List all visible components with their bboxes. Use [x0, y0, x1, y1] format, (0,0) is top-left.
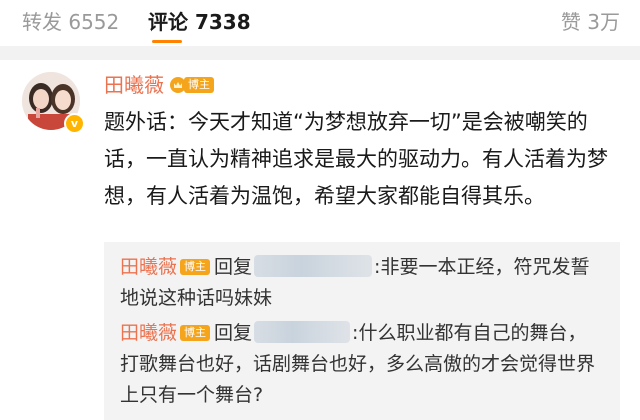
author-tag: 博主	[180, 259, 211, 275]
author-tag: 博主	[184, 77, 214, 93]
comment-header: 田曦薇 博主	[104, 72, 214, 98]
author-tag: 博主	[180, 325, 211, 341]
author-badge: 博主	[170, 75, 214, 95]
v-verified-icon: v	[64, 113, 85, 134]
redacted-mention	[254, 255, 373, 277]
comment-tabs: 转发 6552 评论 7338 赞 3万	[0, 0, 640, 46]
section-divider	[0, 46, 640, 60]
tab-comment[interactable]: 评论 7338	[148, 9, 251, 35]
reply-word: 回复	[214, 322, 253, 344]
reply-box[interactable]: 田曦薇 博主 回复:非要一本正经，符咒发誓地说这种话吗妹妹 田曦薇 博主 回复:什么职业…	[104, 242, 620, 420]
reply-word: 回复	[214, 256, 253, 278]
redacted-mention	[254, 321, 351, 343]
tab-repost[interactable]: 转发 6552	[22, 9, 119, 35]
reply-item[interactable]: 田曦薇 博主 回复:非要一本正经，符咒发誓地说这种话吗妹妹	[120, 252, 600, 314]
comment-username[interactable]: 田曦薇	[104, 72, 164, 98]
reply-item[interactable]: 田曦薇 博主 回复:什么职业都有自己的舞台，打歌舞台也好，话剧舞台也好，多么高傲的才…	[120, 318, 600, 411]
active-tab-indicator	[152, 40, 182, 43]
reply-username[interactable]: 田曦薇	[120, 256, 177, 278]
comment-text: 题外话：今天才知道“为梦想放弃一切”是会被嘲笑的话，一直认为精神追求是最大的驱动…	[104, 110, 608, 208]
crown-icon	[170, 77, 186, 93]
tab-like[interactable]: 赞 3万	[561, 9, 620, 35]
reply-username[interactable]: 田曦薇	[120, 322, 177, 344]
